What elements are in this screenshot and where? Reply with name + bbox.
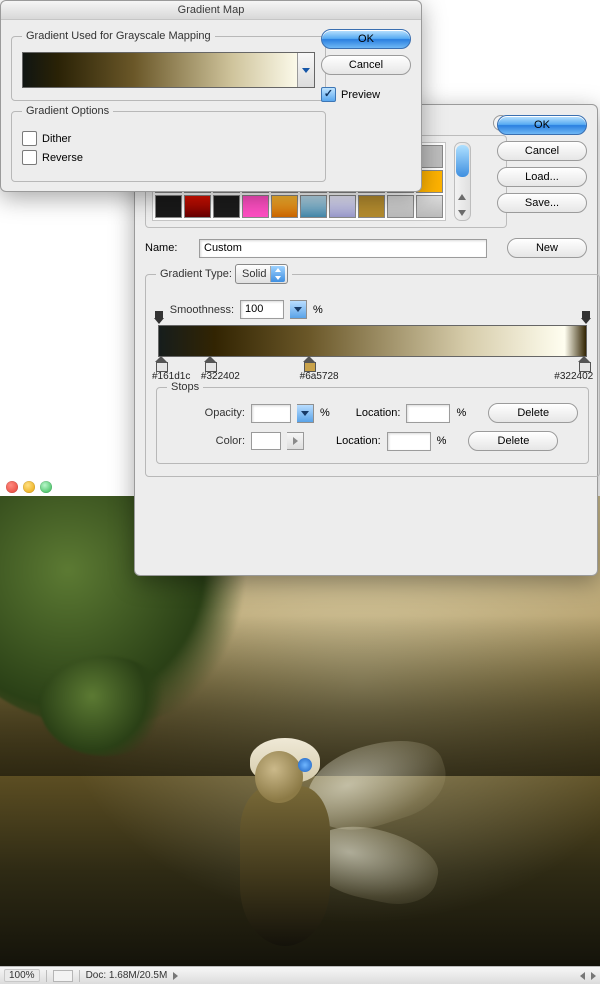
load-button[interactable]: Load... xyxy=(497,167,587,187)
dither-checkbox[interactable] xyxy=(22,131,37,146)
location-label: Location: xyxy=(356,407,401,419)
color-stop-selected[interactable] xyxy=(304,356,314,366)
percent-label: % xyxy=(313,304,323,316)
stop-hex: #161d1c xyxy=(152,371,190,382)
preset-swatch[interactable] xyxy=(242,195,269,218)
chevron-right-icon[interactable] xyxy=(591,972,596,980)
options-group: Gradient Options Dither Reverse xyxy=(11,105,326,182)
stop-hex: #6a5728 xyxy=(300,371,339,382)
stop-hex: #322402 xyxy=(201,371,240,382)
delete-button[interactable]: Delete xyxy=(468,431,558,451)
cancel-button[interactable]: Cancel xyxy=(321,55,411,75)
color-well[interactable] xyxy=(251,432,281,450)
doc-size: Doc: 1.68M/20.5M xyxy=(86,970,168,981)
preset-swatch[interactable] xyxy=(213,195,240,218)
minimize-icon[interactable] xyxy=(23,481,35,493)
status-bar: 100% Doc: 1.68M/20.5M xyxy=(0,966,600,984)
reverse-label: Reverse xyxy=(42,152,83,164)
zoom-level[interactable]: 100% xyxy=(4,969,40,982)
color-label: Color: xyxy=(167,435,245,447)
name-label: Name: xyxy=(145,242,193,254)
reverse-checkbox[interactable] xyxy=(22,150,37,165)
gradient-ramp[interactable]: #161d1c #322402 #6a5728 #322402 xyxy=(158,325,587,355)
new-button[interactable]: New xyxy=(507,238,587,258)
type-select[interactable]: Solid xyxy=(235,264,288,284)
stops-group: Stops Opacity: % Location: % Delete Colo… xyxy=(156,381,589,464)
gradient-map-dialog: Gradient Map OK Cancel Preview Gradient … xyxy=(0,0,422,192)
chevron-left-icon[interactable] xyxy=(580,972,585,980)
type-group: Gradient Type: Solid Smoothness: 100 % #… xyxy=(145,264,600,477)
cancel-button[interactable]: Cancel xyxy=(497,141,587,161)
gradient-preview[interactable] xyxy=(22,52,315,88)
delete-button[interactable]: Delete xyxy=(488,403,578,423)
smoothness-input[interactable]: 100 xyxy=(240,300,284,319)
preset-swatch[interactable] xyxy=(155,195,182,218)
preset-swatch[interactable] xyxy=(329,195,356,218)
opacity-stepper[interactable] xyxy=(297,404,314,423)
percent-label: % xyxy=(456,407,466,419)
foliage xyxy=(40,656,170,756)
location-input[interactable] xyxy=(387,432,431,451)
preset-swatch[interactable] xyxy=(387,195,414,218)
opacity-stop[interactable] xyxy=(154,314,164,324)
close-icon[interactable] xyxy=(6,481,18,493)
color-picker-icon[interactable] xyxy=(287,432,304,450)
percent-label: % xyxy=(320,407,330,419)
preset-swatch[interactable] xyxy=(271,195,298,218)
dither-label: Dither xyxy=(42,133,71,145)
smoothness-label: Smoothness: xyxy=(156,304,234,316)
stops-legend: Stops xyxy=(167,381,203,393)
preview-checkbox[interactable] xyxy=(321,87,336,102)
gradient-dropdown-icon[interactable] xyxy=(297,53,314,87)
grayscale-legend: Gradient Used for Grayscale Mapping xyxy=(22,30,215,42)
options-legend: Gradient Options xyxy=(22,105,113,117)
subject xyxy=(200,726,400,966)
location-label: Location: xyxy=(336,435,381,447)
ok-button[interactable]: OK xyxy=(497,115,587,135)
name-input[interactable]: Custom xyxy=(199,239,487,258)
preset-swatch[interactable] xyxy=(300,195,327,218)
type-value: Solid xyxy=(242,268,266,280)
save-button[interactable]: Save... xyxy=(497,193,587,213)
percent-label: % xyxy=(437,435,447,447)
preset-swatch[interactable] xyxy=(358,195,385,218)
chevron-right-icon[interactable] xyxy=(173,972,178,980)
preview-label: Preview xyxy=(341,89,380,101)
opacity-input[interactable] xyxy=(251,404,291,423)
preset-swatch[interactable] xyxy=(416,195,443,218)
preset-swatch[interactable] xyxy=(184,195,211,218)
location-input[interactable] xyxy=(406,404,450,423)
color-stop[interactable] xyxy=(156,356,166,366)
grayscale-group: Gradient Used for Grayscale Mapping xyxy=(11,30,326,101)
preset-scrollbar[interactable] xyxy=(454,142,471,221)
opacity-stop[interactable] xyxy=(581,314,591,324)
scroll-placeholder xyxy=(53,970,73,982)
zoom-icon[interactable] xyxy=(40,481,52,493)
dialog-title: Gradient Map xyxy=(1,1,421,20)
opacity-label: Opacity: xyxy=(167,407,245,419)
smoothness-stepper[interactable] xyxy=(290,300,307,319)
ok-button[interactable]: OK xyxy=(321,29,411,49)
color-stop[interactable] xyxy=(205,356,215,366)
stop-hex: #322402 xyxy=(554,371,593,382)
color-stop[interactable] xyxy=(579,356,589,366)
type-label: Gradient Type: xyxy=(160,268,232,280)
